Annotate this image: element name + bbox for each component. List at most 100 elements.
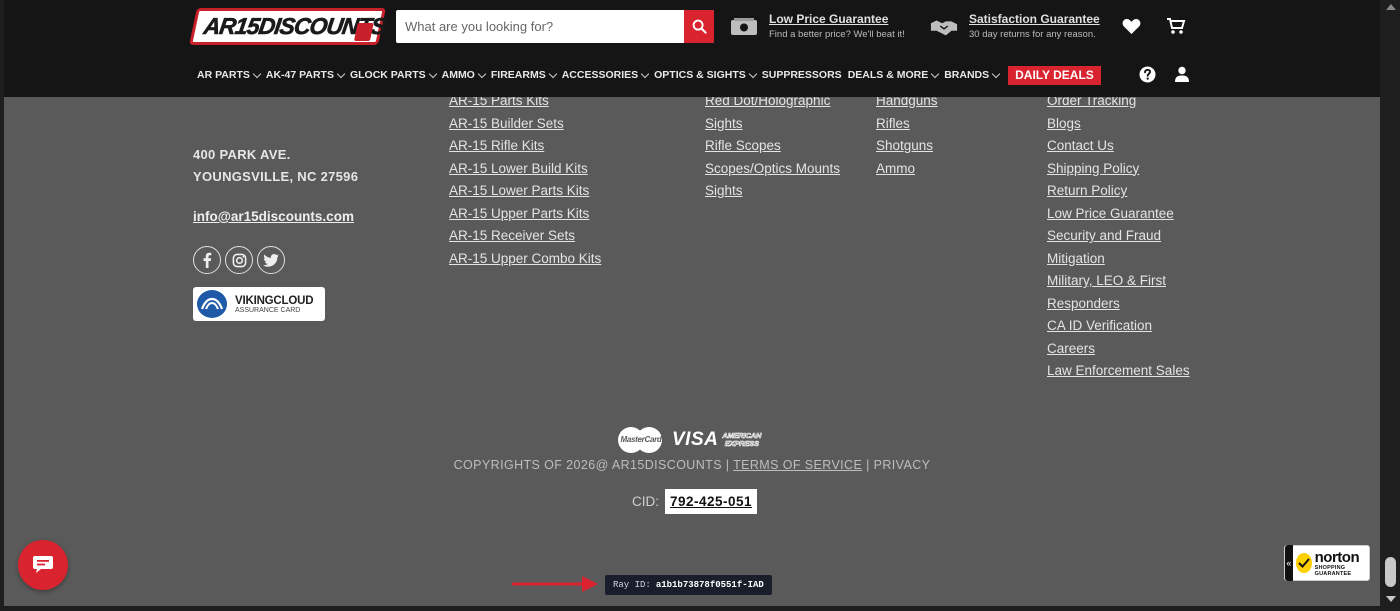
footer-link[interactable]: CA ID Verification [1047,315,1190,338]
norton-collapse-tab[interactable]: « [1285,545,1293,581]
footer-column-info: Order Tracking Blogs Contact Us Shipping… [1047,97,1190,383]
scroll-down-icon[interactable] [1386,596,1396,602]
nav-accessories[interactable]: ACCESSORIES [562,69,650,81]
wishlist-button[interactable] [1120,15,1142,37]
site-logo[interactable]: AR15DISCOUNTS [189,8,387,45]
scrollbar[interactable] [1381,0,1400,611]
checkmark-icon [1295,553,1312,573]
cid-value[interactable]: 792-425-051 [665,489,758,514]
vikingcloud-logo-icon [197,290,227,318]
help-button[interactable] [1138,65,1156,83]
footer-link[interactable]: Military, LEO & First [1047,270,1190,293]
footer-link[interactable]: AR-15 Lower Build Kits [449,158,601,181]
footer-link[interactable]: AR-15 Lower Parts Kits [449,180,601,203]
footer-link[interactable]: Handguns [876,97,938,113]
satisfaction-title: Satisfaction Guarantee [969,12,1100,26]
browser-viewport: AR15DISCOUNTS Low Price Guarantee Find a… [0,0,1400,611]
mastercard-icon: MasterCard [618,427,664,453]
footer-link[interactable]: Red Dot/Holographic [705,97,840,113]
cart-button[interactable] [1165,15,1187,37]
site-footer: 400 PARK AVE. YOUNGSVILLE, NC 27596 info… [4,97,1380,606]
footer-column-firearms: Handguns Rifles Shotguns Ammo [876,97,938,180]
footer-link[interactable]: Responders [1047,293,1190,316]
search-bar [396,10,714,43]
amex-icon: AMERICAN EXPRESS [722,431,762,448]
chevron-down-icon [548,69,557,78]
red-arrow-annotation [512,576,598,592]
norton-subtitle: SHOPPING GUARANTEE [1314,564,1352,577]
cid-row: CID: 792-425-051 [632,489,758,514]
footer-link[interactable]: Careers [1047,338,1190,361]
ray-id-label: Ray ID: [613,580,651,590]
footer-column-ar15: AR-15 Parts Kits AR-15 Builder Sets AR-1… [449,97,601,270]
nav-firearms[interactable]: FIREARMS [491,69,557,81]
twitter-link[interactable] [257,246,285,274]
facebook-icon [203,252,212,268]
footer-link[interactable]: Mitigation [1047,248,1190,271]
footer-link[interactable]: Blogs [1047,113,1190,136]
footer-link[interactable]: AR-15 Upper Parts Kits [449,203,601,226]
nav-ar-parts[interactable]: AR PARTS [197,69,262,81]
instagram-icon [232,253,246,267]
chat-button[interactable] [18,540,68,590]
satisfaction-guarantee[interactable]: Satisfaction Guarantee 30 day returns fo… [930,12,1100,40]
low-price-title: Low Price Guarantee [769,12,889,26]
chevron-down-icon [336,69,346,78]
ray-id-badge: Ray ID: a1b1b73878f0551f-IAD [605,575,772,595]
nav-ammo[interactable]: AMMO [442,69,487,81]
nav-suppressors[interactable]: SUPPRESSORS [762,69,842,81]
twitter-icon [263,253,279,267]
email-link[interactable]: info@ar15discounts.com [193,209,354,224]
social-links [193,246,289,274]
low-price-guarantee[interactable]: Low Price Guarantee Find a better price?… [730,12,905,40]
nav-ak47-parts[interactable]: AK-47 PARTS [266,69,346,81]
instagram-link[interactable] [225,246,253,274]
search-input[interactable] [396,10,685,43]
footer-link[interactable]: Security and Fraud [1047,225,1190,248]
footer-link[interactable]: Order Tracking [1047,97,1190,113]
footer-link[interactable]: AR-15 Upper Combo Kits [449,248,601,271]
copyright-separator: | [862,458,874,472]
cid-label: CID: [632,494,659,509]
nav-glock-parts[interactable]: GLOCK PARTS [350,69,437,81]
footer-link[interactable]: Shipping Policy [1047,158,1190,181]
site-header: AR15DISCOUNTS Low Price Guarantee Find a… [4,0,1380,97]
scroll-up-icon[interactable] [1386,4,1396,10]
terms-link[interactable]: TERMS OF SERVICE [733,458,862,472]
footer-link[interactable]: AR-15 Receiver Sets [449,225,601,248]
daily-deals-button[interactable]: DAILY DEALS [1008,65,1101,85]
footer-link[interactable]: Law Enforcement Sales [1047,360,1190,383]
visa-icon: VISA [672,429,719,450]
vikingcloud-badge[interactable]: VIKINGCLOUD ASSURANCE CARD [193,287,325,321]
footer-link[interactable]: Sights [705,113,840,136]
nav-optics-sights[interactable]: OPTICS & SIGHTS [654,69,757,81]
search-button[interactable] [684,10,714,43]
footer-link[interactable]: Return Policy [1047,180,1190,203]
footer-link[interactable]: Rifle Scopes [705,135,840,158]
account-button[interactable] [1173,65,1191,83]
chevron-down-icon [640,69,650,78]
footer-link[interactable]: Ammo [876,158,938,181]
footer-link[interactable]: AR-15 Parts Kits [449,97,601,113]
main-nav: AR PARTS AK-47 PARTS GLOCK PARTS AMMO FI… [197,65,1101,85]
footer-link[interactable]: Contact Us [1047,135,1190,158]
address-line1: 400 PARK AVE. [193,147,291,162]
footer-link[interactable]: Rifles [876,113,938,136]
norton-title: norton [1314,548,1360,566]
ray-id-value: a1b1b73878f0551f-IAD [655,580,764,590]
chevron-down-icon [991,69,1001,78]
chevron-down-icon [748,69,757,78]
facebook-link[interactable] [193,246,221,274]
norton-badge[interactable]: « norton SHOPPING GUARANTEE [1284,545,1370,581]
footer-link[interactable]: Scopes/Optics Mounts [705,158,840,181]
scrollbar-thumb[interactable] [1385,557,1396,587]
footer-link[interactable]: AR-15 Builder Sets [449,113,601,136]
footer-link[interactable]: AR-15 Rifle Kits [449,135,601,158]
cash-icon [730,14,758,40]
footer-link[interactable]: Shotguns [876,135,938,158]
nav-deals-more[interactable]: DEALS & MORE [848,69,940,81]
privacy-link[interactable]: PRIVACY [874,458,931,472]
footer-link[interactable]: Low Price Guarantee [1047,203,1190,226]
nav-brands[interactable]: BRANDS [944,69,1001,81]
footer-link[interactable]: Sights [705,180,840,203]
